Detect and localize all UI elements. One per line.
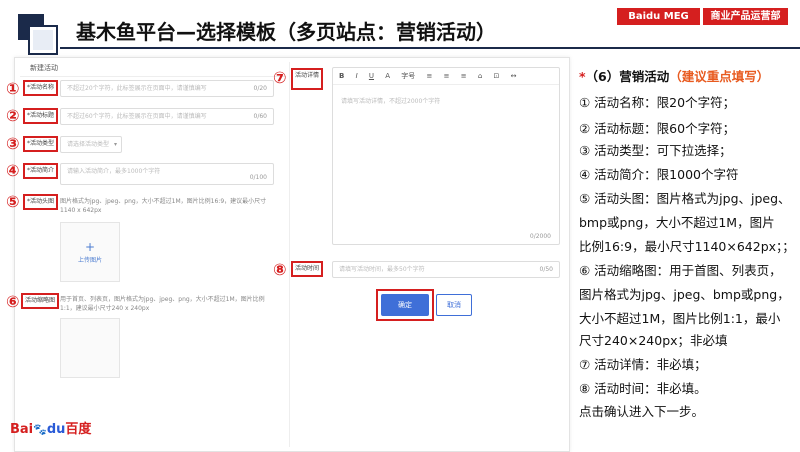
bold-icon[interactable]: B: [339, 72, 344, 80]
logo-bai: Bai: [10, 422, 34, 437]
activity-title-placeholder: 不超过60个字符，此标签展示在页面中，请谨慎编写: [67, 113, 207, 120]
field-label-activity-intro: *活动简介: [23, 163, 59, 179]
paw-icon: 🐾: [33, 423, 47, 436]
field-label-activity-time: 活动时间: [291, 261, 324, 277]
italic-icon[interactable]: I: [356, 72, 358, 80]
activity-type-select[interactable]: 请选择活动类型 ▾: [60, 136, 122, 153]
field-label-activity-detail: 活动详情: [291, 68, 324, 90]
field-label-activity-banner: *活动头图: [23, 194, 59, 210]
field-label-activity-thumbnail: 活动缩略图: [21, 293, 60, 309]
activity-title-counter: 0/60: [253, 113, 267, 120]
fullscreen-icon[interactable]: ↔: [511, 72, 517, 80]
image-icon[interactable]: ⊡: [494, 72, 500, 80]
form-panel-title: 新建活动: [30, 64, 58, 72]
activity-type-placeholder: 请选择活动类型: [67, 141, 110, 148]
underline-icon[interactable]: U: [369, 72, 374, 80]
align-left-icon[interactable]: ≡: [427, 72, 433, 80]
note-line-13: ⑧ 活动时间：非必填。: [579, 381, 707, 396]
activity-thumbnail-help: 用于首页、列表页，图片格式为jpg、jpeg、png，大小不超过1M，图片比例1…: [60, 296, 265, 312]
marker-4: ④: [6, 161, 20, 180]
header-tag-department: 商业产品运营部: [703, 8, 788, 25]
note-line-4: ④ 活动简介：限1000个字符: [579, 167, 739, 182]
activity-detail-placeholder: 请填写活动详情，不超过2000个字符: [341, 98, 441, 105]
activity-title-input[interactable]: 不超过60个字符，此标签展示在页面中，请谨慎编写 0/60: [60, 108, 274, 125]
note-line-8: ⑥ 活动缩略图：用于首图、列表页，: [579, 263, 782, 278]
logo-du: du: [46, 422, 66, 437]
marker-1: ①: [6, 79, 20, 98]
notes-heading-text: （6）营销活动: [585, 69, 670, 84]
banner-upload-button[interactable]: + 上传图片: [60, 222, 120, 282]
activity-time-counter: 0/50: [539, 266, 553, 273]
font-size-dropdown[interactable]: 字号: [401, 72, 415, 80]
form-panel-divider: [20, 76, 286, 77]
notes-heading: *（6）营销活动（建议重点填写）: [579, 66, 769, 88]
font-color-icon[interactable]: A: [385, 72, 390, 80]
note-line-1: ① 活动名称：限20个字符；: [579, 95, 736, 110]
note-line-9: 图片格式为jpg、jpeg、bmp或png，: [579, 287, 790, 302]
note-line-3: ③ 活动类型：可下拉选择；: [579, 143, 732, 158]
chevron-down-icon: ▾: [113, 141, 117, 148]
note-line-12: ⑦ 活动详情：非必填；: [579, 357, 707, 372]
marker-2: ②: [6, 106, 20, 125]
note-line-6: bmp或png，大小不超过1M，图片: [579, 215, 775, 230]
activity-time-placeholder: 请填写活动时间，最多50个字符: [339, 266, 425, 273]
note-line-7: 比例16:9，最小尺寸1140×642px；；: [579, 239, 795, 254]
thumbnail-upload-area[interactable]: [60, 318, 120, 378]
page-title: 基木鱼平台—选择模板（多页站点：营销活动）: [76, 20, 496, 44]
confirm-button[interactable]: 确定: [381, 294, 429, 316]
activity-intro-counter: 0/100: [249, 174, 267, 181]
title-underline: [60, 47, 800, 49]
field-label-activity-type: *活动类型: [23, 136, 59, 152]
slide: 基木鱼平台—选择模板（多页站点：营销活动） Baidu MEG 商业产品运营部 …: [0, 0, 800, 452]
activity-intro-placeholder: 请输入活动简介，最多1000个字符: [67, 168, 161, 175]
note-line-2: ② 活动标题：限60个字符；: [579, 121, 736, 136]
note-line-5: ⑤ 活动头图：图片格式为jpg、jpeg、: [579, 191, 791, 206]
marker-6: ⑥: [6, 292, 20, 311]
field-label-activity-name: *活动名称: [23, 80, 59, 96]
column-divider: [289, 62, 290, 447]
activity-detail-editor[interactable]: B I U A 字号 ≡ ≡ ≡ ⌂ ⊡ ↔ 请填写活动详情，不超过2000个字…: [332, 67, 560, 245]
align-right-icon[interactable]: ≡: [461, 72, 467, 80]
upload-label: 上传图片: [77, 257, 102, 264]
activity-time-input[interactable]: 请填写活动时间，最多50个字符 0/50: [332, 261, 560, 278]
activity-intro-textarea[interactable]: 请输入活动简介，最多1000个字符 0/100: [60, 163, 274, 185]
note-line-14: 点击确认进入下一步。: [579, 404, 705, 419]
marker-3: ③: [6, 134, 20, 153]
link-icon[interactable]: ⌂: [478, 72, 482, 80]
baidu-logo: Bai🐾du百度: [10, 422, 91, 438]
plus-icon: +: [84, 240, 96, 254]
field-label-activity-title: *活动标题: [23, 108, 59, 124]
activity-name-input[interactable]: 不超过20个字符，此标签展示在页面中，请谨慎编写 0/20: [60, 80, 274, 97]
decor-square-outline: [28, 25, 58, 55]
activity-name-counter: 0/20: [253, 85, 267, 92]
editor-toolbar: B I U A 字号 ≡ ≡ ≡ ⌂ ⊡ ↔: [333, 68, 559, 85]
activity-banner-help: 图片格式为jpg、jpeg、png，大小不超过1M，图片比例16:9，建议最小尺…: [60, 198, 267, 214]
activity-name-placeholder: 不超过20个字符，此标签展示在页面中，请谨慎编写: [67, 85, 207, 92]
note-line-10: 大小不超过1M，图片比例1:1，最小: [579, 311, 781, 326]
marker-8: ⑧: [273, 260, 287, 279]
marker-7: ⑦: [273, 68, 287, 87]
header-tag-baidu-meg: Baidu MEG: [617, 8, 700, 25]
logo-cn: 百度: [65, 422, 92, 437]
align-center-icon[interactable]: ≡: [444, 72, 450, 80]
note-line-11: 尺寸240×240px；非必填: [579, 333, 728, 348]
cancel-button[interactable]: 取消: [436, 294, 472, 316]
notes-heading-emphasis: （建议重点填写）: [669, 69, 770, 84]
marker-5: ⑤: [6, 192, 20, 211]
activity-detail-counter: 0/2000: [529, 233, 551, 240]
